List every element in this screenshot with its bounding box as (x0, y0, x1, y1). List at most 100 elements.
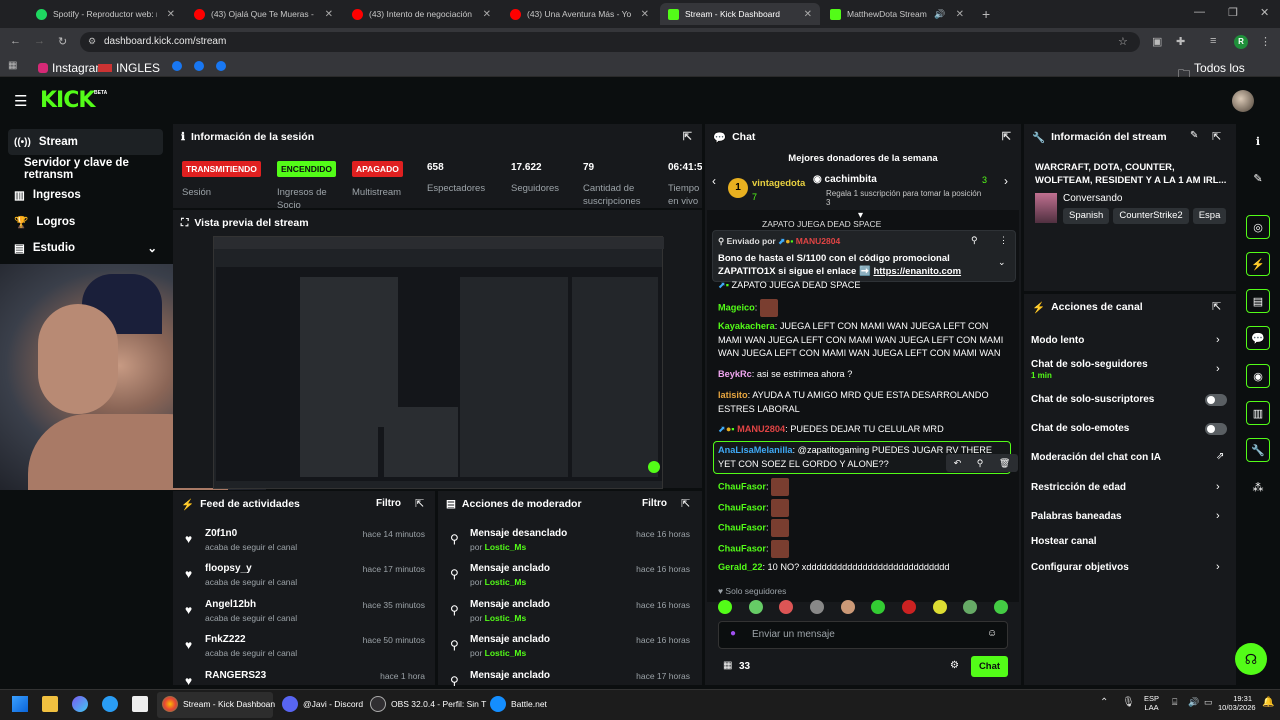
chevron-right-icon[interactable]: › (1216, 510, 1220, 522)
emote-icon[interactable] (932, 600, 947, 614)
sidebar-item-stream[interactable]: ((•)) Stream (8, 129, 163, 155)
chat-message[interactable]: Mageico: (718, 299, 1008, 317)
emotes-only-toggle[interactable] (1205, 423, 1227, 435)
pin-icon[interactable]: ⚲ (977, 458, 984, 469)
window-close-icon[interactable]: ✕ (1260, 6, 1269, 19)
document-icon[interactable]: ▤ (1246, 289, 1270, 313)
edit-icon[interactable]: ✎ (1190, 130, 1198, 141)
action-followers-only[interactable]: Chat de solo-seguidores (1031, 359, 1148, 370)
mod-filter-button[interactable]: Filtro (642, 498, 667, 509)
apps-grid-icon[interactable]: ▦ (8, 60, 17, 71)
menu-icon[interactable]: ⋮ (1260, 35, 1271, 48)
taskbar-app[interactable]: Battle.net (490, 696, 547, 712)
chat-message[interactable]: ChauFasor: (718, 519, 1008, 537)
feed-item[interactable]: ♥ Z0f1n0 acaba de seguir el canal hace 14 m… (173, 528, 433, 564)
kick-logo[interactable]: KICK (40, 88, 95, 113)
browser-tab[interactable]: (43) Ojalá Que Te Mueras - You✕ (186, 3, 341, 25)
back-icon[interactable]: ← (10, 35, 21, 47)
language-indicator[interactable]: ESP LAA (1144, 694, 1159, 712)
chat-message[interactable]: latisito: AYUDA A TU AMIGO MRD QUE ESTA … (718, 389, 1008, 416)
mod-action-item[interactable]: ⚲ Mensaje anclado por Lostic_Ms hace 16 hor… (438, 599, 698, 635)
sidebar-item-revenue[interactable]: ▥ Ingresos (8, 182, 163, 208)
tag[interactable]: Espa (1192, 208, 1227, 224)
windows-start-icon[interactable] (12, 696, 28, 712)
reload-icon[interactable]: ↻ (58, 35, 67, 48)
unpin-icon[interactable]: ⚲ (971, 235, 978, 246)
subs-only-toggle[interactable] (1205, 394, 1227, 406)
more-icon[interactable]: ⋮ (999, 235, 1008, 246)
tag[interactable]: CounterStrike2 (1113, 208, 1189, 224)
sidebar-item-studio[interactable]: ▤ Estudio ⌄ (8, 235, 163, 261)
chat-message[interactable]: BeykRc: asi se estrimea ahora ? (718, 368, 1008, 382)
emote-icon[interactable] (840, 600, 855, 614)
feed-filter-button[interactable]: Filtro (376, 498, 401, 509)
chevron-right-icon[interactable]: › (1216, 334, 1220, 346)
audio-icon[interactable]: 🔊 (934, 9, 945, 20)
feed-item[interactable]: ♥ floopsy_y acaba de seguir el canal hace 1… (173, 563, 433, 599)
chevron-right-icon[interactable]: › (1216, 561, 1220, 573)
trash-icon[interactable]: 🗑 (999, 458, 1010, 469)
bookmark-ingles[interactable]: INGLES (98, 61, 160, 75)
microphone-icon[interactable]: 🎙 (1122, 697, 1135, 708)
emote-icon[interactable] (718, 600, 732, 614)
close-icon[interactable]: ✕ (641, 9, 649, 20)
expand-icon[interactable]: ⇱ (1212, 300, 1221, 313)
hamburger-menu-icon[interactable]: ☰ (14, 92, 27, 110)
emote-icon[interactable] (963, 600, 978, 614)
taskbar-app[interactable]: Stream - Kick Dashboan (162, 696, 275, 712)
chevron-right-icon[interactable]: › (1216, 363, 1220, 375)
battery-icon[interactable]: ▭ (1204, 697, 1213, 708)
browser-tab[interactable]: Spotify - Reproductor web: mús✕ (28, 3, 183, 25)
action-host-channel[interactable]: Hostear canal (1031, 536, 1097, 547)
file-explorer-icon[interactable] (42, 696, 58, 712)
microphone-icon[interactable]: ● (730, 628, 736, 639)
chat-message[interactable]: Gerald_22: 10 NO? xddddddddddddddddddddd… (718, 561, 1008, 575)
edge-icon[interactable] (102, 696, 118, 712)
chat-message[interactable]: ChauFasor: (718, 540, 1008, 558)
action-age-restriction[interactable]: Restricción de edad (1031, 482, 1126, 493)
close-icon[interactable]: ✕ (483, 9, 491, 20)
action-slow-mode[interactable]: Modo lento (1031, 335, 1084, 346)
chat-message[interactable]: ChauFasor: (718, 478, 1008, 496)
chat-message[interactable]: Kayakachera: JUEGA LEFT CON MAMI WAN JUE… (718, 320, 1008, 361)
forward-icon[interactable]: → (34, 35, 45, 47)
info-icon[interactable]: ℹ (1246, 129, 1270, 153)
action-subs-only[interactable]: Chat de solo-suscriptores (1031, 394, 1154, 405)
chevron-right-icon[interactable]: › (1004, 174, 1008, 188)
emote-icon[interactable] (871, 600, 886, 614)
mod-action-item[interactable]: ⚲ Mensaje desanclado por Lostic_Ms hace 16 … (438, 528, 698, 564)
send-chat-button[interactable]: Chat (971, 656, 1008, 677)
browser-tab[interactable]: MatthewDota Stream - Wa🔊✕ (822, 3, 972, 25)
chat-message[interactable]: ⬈●▪ MANU2804: PUEDES DEJAR TU CELULAR MR… (718, 423, 1008, 437)
facebook-icon[interactable] (216, 61, 226, 71)
browser-tab[interactable]: (43) Intento de negociación en ✕ (344, 3, 499, 25)
extensions-icon[interactable]: ✚ (1176, 35, 1185, 48)
action-emotes-only[interactable]: Chat de solo-emotes (1031, 423, 1129, 434)
action-ai-moderation[interactable]: Moderación del chat con IA (1031, 452, 1161, 463)
emoji-icon[interactable]: ☺ (987, 628, 997, 639)
clock[interactable]: 19:31 10/03/2026 (1218, 694, 1256, 712)
settings-icon[interactable]: ⚙ (950, 660, 959, 671)
feed-item[interactable]: ♥ FnkZ222 acaba de seguir el canal hace 50 … (173, 634, 433, 670)
support-headset-icon[interactable]: ☊ (1235, 643, 1267, 675)
mod-action-item[interactable]: ⚲ Mensaje anclado por Lostic_Ms hace 16 hor… (438, 563, 698, 599)
maximize-icon[interactable]: ❐ (1228, 6, 1238, 19)
media-icon[interactable]: ≡ (1210, 35, 1216, 47)
scroll-down-icon[interactable]: ▾ (858, 210, 863, 221)
chevron-right-icon[interactable]: › (1216, 481, 1220, 493)
feed-item[interactable]: ♥ RANGERS23 hace 1 hora (173, 670, 433, 686)
network-icon[interactable]: ⌸ (1172, 697, 1177, 708)
crop-icon[interactable]: ◎ (1246, 215, 1270, 239)
browser-tab[interactable]: (43) Una Aventura Más - YouTu✕ (502, 3, 657, 25)
pencil-icon[interactable]: ✎ (1246, 166, 1270, 190)
chat-message[interactable]: ChauFasor: (718, 499, 1008, 517)
apps-icon[interactable]: ⁂ (1246, 475, 1270, 499)
volume-icon[interactable]: 🔊 (1188, 697, 1199, 708)
lightning-icon[interactable]: ⚡ (1246, 252, 1270, 276)
copilot-icon[interactable] (72, 696, 88, 712)
browser-tab-active[interactable]: Stream - Kick Dashboard ✕ (660, 3, 820, 25)
action-banned-words[interactable]: Palabras baneadas (1031, 511, 1122, 522)
chevron-left-icon[interactable]: ‹ (712, 174, 716, 188)
bookmark-instagram[interactable]: Instagram (38, 61, 105, 75)
sidebar-item-achievements[interactable]: 🏆 Logros (8, 209, 163, 235)
